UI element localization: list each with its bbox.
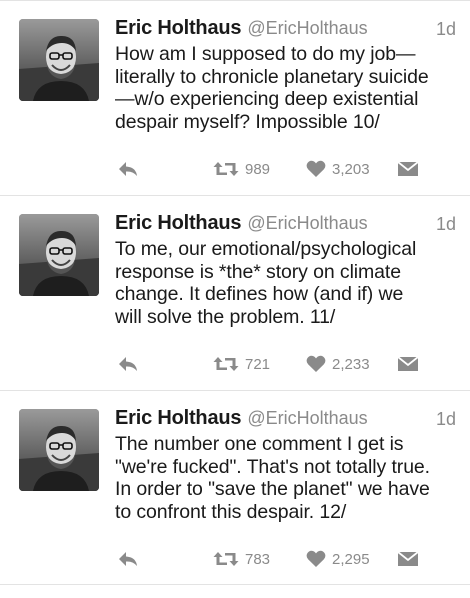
author-handle[interactable]: @EricHolthaus — [247, 18, 367, 38]
tweet-text-line: despair myself? Impossible 10/ — [115, 110, 380, 133]
tweet[interactable]: Eric Holthaus @EricHolthaus 1d To me, our… — [0, 196, 470, 391]
envelope-icon — [397, 356, 419, 371]
author-name[interactable]: Eric Holthaus — [115, 407, 242, 429]
tweet-text-line: The number one comment I get is — [115, 433, 404, 455]
author-name[interactable]: Eric Holthaus — [115, 212, 242, 234]
reply-button[interactable] — [117, 352, 139, 376]
tweet-actions: 783 2,295 — [0, 547, 470, 571]
tweet-text-line: "we're fucked". That's not totally true. — [115, 455, 430, 478]
retweet-icon — [213, 162, 239, 176]
avatar-photo-icon — [19, 409, 99, 491]
tweet-actions: 989 3,203 — [0, 157, 470, 181]
tweet[interactable]: Eric Holthaus @EricHolthaus 1d How am I s… — [0, 1, 470, 196]
tweet-text-line: response is *the* story on climate — [115, 260, 401, 283]
tweet-text-line: How am I supposed to do my job— — [115, 43, 416, 65]
tweet-actions: 721 2,233 — [0, 352, 470, 376]
heart-icon — [306, 355, 326, 372]
reply-arrow-icon — [119, 357, 137, 371]
tweet-text-line: to confront this despair. 12/ — [115, 500, 347, 523]
tweet-time: 1d — [435, 409, 456, 429]
avatar[interactable] — [19, 214, 99, 296]
like-count: 2,295 — [332, 550, 370, 568]
tweet-text-line: literally to chronicle planetary suicide — [115, 65, 429, 88]
tweet-text-line: In order to "save the planet" we have — [115, 478, 430, 500]
avatar[interactable] — [19, 19, 99, 101]
retweet-icon — [213, 357, 239, 371]
tweet-time: 1d — [435, 214, 456, 234]
tweet-text-line: —w/o experiencing deep existential — [115, 88, 419, 110]
retweet-count: 989 — [245, 160, 271, 178]
like-count: 3,203 — [332, 160, 370, 178]
author-name[interactable]: Eric Holthaus — [115, 17, 242, 39]
reply-arrow-icon — [119, 162, 137, 176]
tweet-header: Eric Holthaus @EricHolthaus 1d — [115, 17, 456, 45]
reply-arrow-icon — [119, 552, 137, 566]
like-count: 2,233 — [332, 355, 370, 373]
author-handle[interactable]: @EricHolthaus — [247, 213, 367, 233]
retweet-count: 721 — [245, 355, 271, 373]
avatar[interactable] — [19, 409, 99, 491]
tweet-header: Eric Holthaus @EricHolthaus 1d — [115, 212, 456, 240]
retweet-button[interactable]: 783 — [213, 547, 270, 571]
tweet-text-line: To me, our emotional/psychological — [115, 238, 417, 260]
author-handle[interactable]: @EricHolthaus — [247, 408, 367, 428]
direct-message-button[interactable] — [397, 157, 419, 181]
tweet-timeline: Eric Holthaus @EricHolthaus 1d How am I s… — [0, 0, 470, 598]
tweet-text-line: change. It defines how (and if) we — [115, 283, 404, 305]
envelope-icon — [397, 161, 419, 176]
retweet-button[interactable]: 989 — [213, 157, 270, 181]
direct-message-button[interactable] — [397, 547, 419, 571]
avatar-photo-icon — [19, 19, 99, 101]
avatar-photo-icon — [19, 214, 99, 296]
tweet-text: To me, our emotional/psychological respo… — [115, 238, 465, 328]
like-button[interactable]: 2,295 — [306, 547, 370, 571]
heart-icon — [306, 550, 326, 567]
tweet-text: The number one comment I get is "we're f… — [115, 433, 465, 523]
like-button[interactable]: 2,233 — [306, 352, 370, 376]
reply-button[interactable] — [117, 157, 139, 181]
direct-message-button[interactable] — [397, 352, 419, 376]
tweet-text: How am I supposed to do my job— literall… — [115, 43, 465, 133]
tweet-text-line: will solve the problem. 11/ — [115, 305, 336, 328]
tweet-time: 1d — [435, 19, 456, 39]
tweet-header: Eric Holthaus @EricHolthaus 1d — [115, 407, 456, 435]
reply-button[interactable] — [117, 547, 139, 571]
heart-icon — [306, 160, 326, 177]
retweet-icon — [213, 552, 239, 566]
retweet-count: 783 — [245, 550, 271, 568]
retweet-button[interactable]: 721 — [213, 352, 270, 376]
tweet[interactable]: Eric Holthaus @EricHolthaus 1d The number… — [0, 391, 470, 585]
envelope-icon — [397, 551, 419, 566]
like-button[interactable]: 3,203 — [306, 157, 370, 181]
